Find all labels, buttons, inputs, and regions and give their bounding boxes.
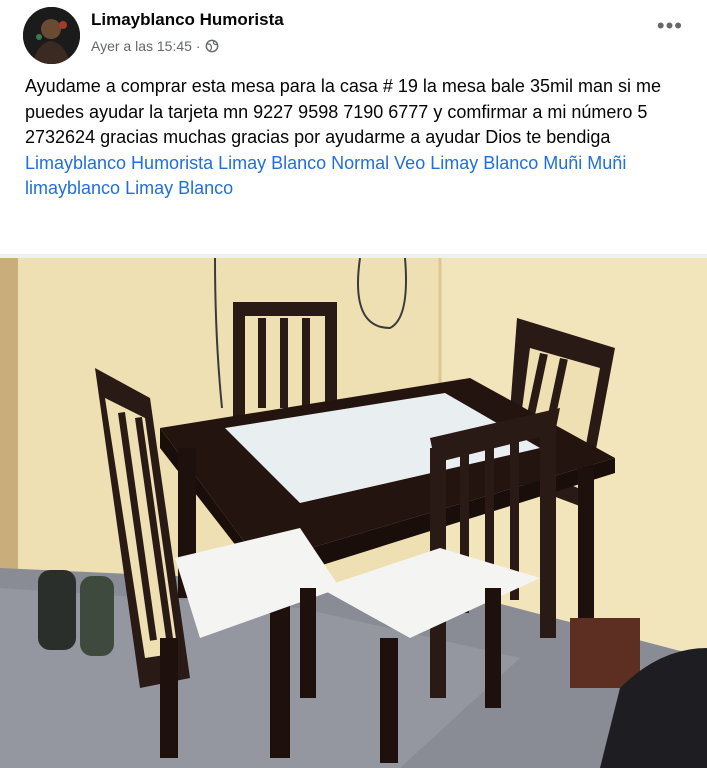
- post-card: Limayblanco Humorista Ayer a las 15:45 ·…: [0, 0, 707, 768]
- post-header: Limayblanco Humorista Ayer a las 15:45 ·…: [23, 4, 707, 64]
- hashtag-link[interactable]: Veo Limay Blanco: [394, 153, 538, 173]
- hashtag-link[interactable]: Limayblanco Humorista: [25, 153, 213, 173]
- meta-separator: ·: [195, 38, 201, 54]
- post-body: Ayudame a comprar esta mesa para la casa…: [25, 76, 661, 147]
- author-name[interactable]: Limayblanco Humorista: [91, 10, 284, 30]
- hashtag-link[interactable]: limayblanco: [25, 178, 120, 198]
- avatar[interactable]: [23, 7, 80, 64]
- hashtag-link[interactable]: Limay Blanco Normal: [218, 153, 389, 173]
- post-photo[interactable]: [0, 258, 707, 768]
- timestamp[interactable]: Ayer a las 15:45: [91, 38, 192, 54]
- globe-icon[interactable]: [205, 39, 219, 53]
- hashtag-link[interactable]: Muñi Muñi: [543, 153, 626, 173]
- hashtag-link[interactable]: Limay Blanco: [125, 178, 233, 198]
- post-text: Ayudame a comprar esta mesa para la casa…: [25, 74, 665, 202]
- dining-table-photo: [0, 258, 707, 768]
- more-options-icon[interactable]: •••: [657, 15, 683, 37]
- post-meta: Ayer a las 15:45 ·: [91, 38, 219, 54]
- avatar-image: [23, 7, 80, 64]
